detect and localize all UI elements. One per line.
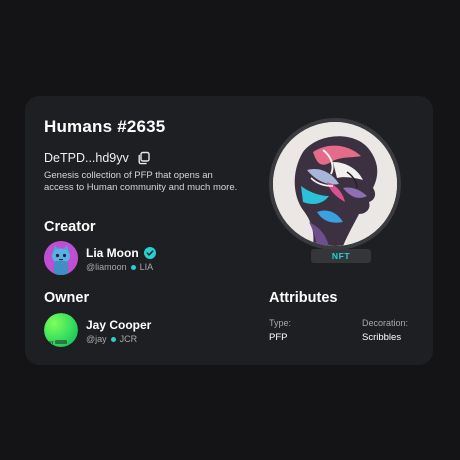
attributes-heading: Attributes	[269, 290, 338, 306]
nft-badge: NFT	[311, 249, 371, 263]
nft-title: Humans #2635	[44, 117, 166, 136]
wallet-address: DeTPD...hd9yv	[44, 151, 129, 165]
creator-handle: @liamoon	[86, 262, 127, 272]
owner-tag: JCR	[119, 334, 138, 344]
owner-handle: @jay	[86, 334, 107, 344]
creator-avatar[interactable]	[44, 241, 78, 275]
attribute-value-decoration: Scribbles	[362, 332, 402, 343]
creator-name-row: Lia Moon	[86, 246, 156, 260]
owner-name[interactable]: Jay Cooper	[86, 318, 151, 332]
address-row: DeTPD...hd9yv	[44, 151, 151, 165]
owner-meta: @jay JCR	[86, 334, 137, 344]
creator-meta: @liamoon LIA	[86, 262, 153, 272]
owner-name-row: Jay Cooper	[86, 318, 151, 332]
nft-artwork[interactable]	[269, 118, 401, 250]
attribute-label-type: Type:	[269, 318, 292, 328]
copy-icon[interactable]	[137, 151, 151, 165]
attribute-label-decoration: Decoration:	[362, 318, 409, 328]
creator-heading: Creator	[44, 219, 96, 235]
nft-card: Humans #2635 DeTPD...hd9yv Genesis colle…	[25, 96, 433, 365]
creator-tag: LIA	[139, 262, 154, 272]
nft-description: Genesis collection of PFP that opens an …	[44, 170, 238, 193]
attribute-value-type: PFP	[269, 332, 288, 343]
owner-heading: Owner	[44, 290, 90, 306]
creator-name[interactable]: Lia Moon	[86, 246, 139, 260]
owner-avatar-badge: NFT	[46, 340, 54, 345]
status-dot	[130, 264, 136, 270]
verified-icon	[143, 247, 156, 259]
status-dot	[110, 336, 116, 342]
